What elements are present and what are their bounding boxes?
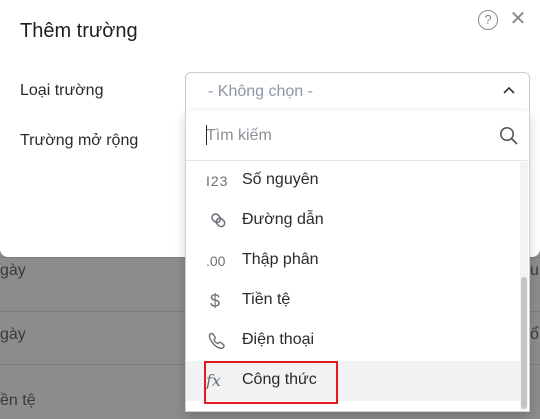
background-fragment: ổ [530,326,539,343]
option-label: Điện thoại [242,331,315,348]
integer-icon: I23 [206,173,229,189]
option-label: Đường dẫn [242,211,324,228]
dollar-icon: $ [210,291,221,311]
extended-field-label: Trường mở rộng [20,132,139,149]
text-cursor [206,125,207,145]
option-integer[interactable]: I23 Số nguyên [186,161,521,201]
search-input[interactable] [206,125,486,147]
option-link[interactable]: Đường dẫn [186,201,521,241]
field-type-label: Loại trường [20,82,104,99]
option-currency[interactable]: $ Tiền tệ [186,281,521,321]
background-fragment: u [530,262,539,279]
chevron-up-icon [503,86,515,94]
highlight-box [204,361,338,404]
background-label: gày [0,326,26,343]
close-icon[interactable]: ✕ [508,8,528,30]
background-label: ền tệ [0,392,36,409]
dialog-title: Thêm trường [20,20,138,42]
option-phone[interactable]: Điện thoại [186,321,521,361]
field-type-value: - Không chọn - [208,83,313,100]
background-label: gày [0,262,26,279]
phone-icon [208,332,225,349]
option-label: Số nguyên [242,171,319,188]
option-decimal[interactable]: .00 Thập phân [186,241,521,281]
option-label: Tiền tệ [242,291,291,308]
field-type-select[interactable]: - Không chọn - [185,72,530,112]
dropdown-search [186,111,529,161]
decimal-icon: .00 [206,253,226,269]
link-icon [211,213,226,228]
search-icon[interactable] [499,126,519,146]
scrollbar-thumb[interactable] [521,277,527,409]
question-circle-icon[interactable]: ? [478,10,498,30]
dropdown-scrollbar[interactable] [520,162,528,410]
option-label: Thập phân [242,251,319,268]
